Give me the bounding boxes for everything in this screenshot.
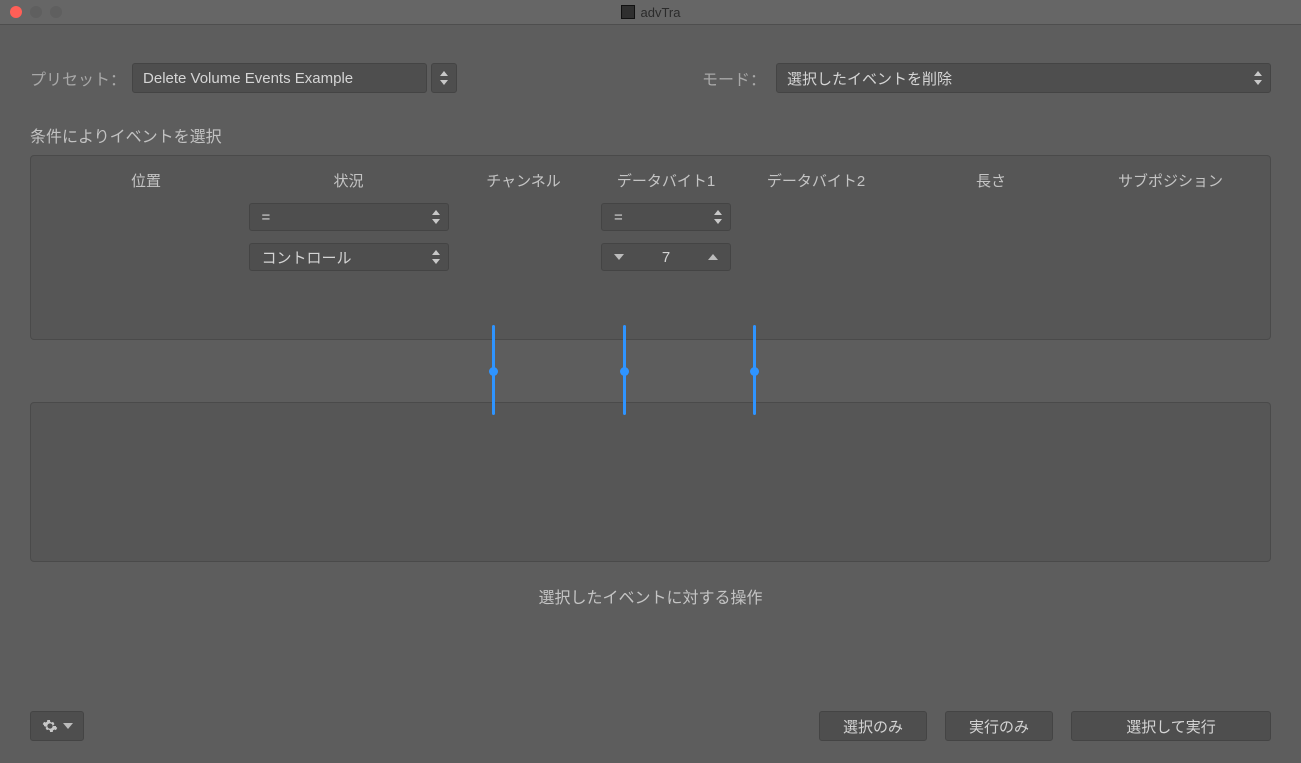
slider-knob[interactable]	[750, 367, 759, 376]
slider-knob[interactable]	[489, 367, 498, 376]
chevron-down-icon	[63, 723, 73, 729]
chevron-down-icon	[614, 254, 624, 260]
column-header-length: 長さ	[891, 170, 1091, 191]
data1-operator-value: =	[614, 209, 730, 226]
window-title-text: advTra	[641, 5, 681, 20]
app-icon	[621, 5, 635, 19]
preset-label: プリセット：	[30, 66, 126, 90]
column-header-subposition: サブポジション	[1091, 170, 1250, 191]
gear-icon	[42, 718, 58, 734]
status-operator-value: =	[262, 209, 448, 226]
preset-value: Delete Volume Events Example	[143, 70, 353, 87]
status-operator-select[interactable]: =	[249, 203, 449, 231]
data1-operator-select[interactable]: =	[601, 203, 731, 231]
slider-knob[interactable]	[620, 367, 629, 376]
conditions-panel: 位置 状況 チャンネル データバイト1 データバイト2 長さ サブポジション =…	[30, 155, 1271, 340]
column-header-status: 状況	[241, 170, 456, 191]
updown-icon	[440, 71, 448, 85]
updown-icon	[714, 210, 722, 224]
data1-value-stepper[interactable]: 7	[601, 243, 731, 271]
mode-label: モード：	[702, 66, 766, 90]
window-title: advTra	[621, 5, 681, 20]
window-minimize-button[interactable]	[30, 6, 42, 18]
stepper-increment[interactable]	[696, 244, 730, 270]
updown-icon	[432, 250, 440, 264]
slider-channel[interactable]	[492, 325, 495, 415]
status-type-value: コントロール	[262, 247, 448, 268]
updown-icon	[1254, 71, 1262, 85]
titlebar: advTra	[0, 0, 1301, 25]
status-type-select[interactable]: コントロール	[249, 243, 449, 271]
conditions-section-label: 条件によりイベントを選択	[30, 123, 1271, 147]
data1-value: 7	[636, 249, 696, 266]
preset-dropdown[interactable]: Delete Volume Events Example	[132, 63, 427, 93]
mode-dropdown[interactable]: 選択したイベントを削除	[776, 63, 1271, 93]
chevron-up-icon	[708, 254, 718, 260]
updown-icon	[432, 210, 440, 224]
operations-section-label: 選択したイベントに対する操作	[30, 584, 1271, 608]
preset-menu-button[interactable]	[431, 63, 457, 93]
column-header-data2: データバイト2	[741, 170, 891, 191]
select-only-button[interactable]: 選択のみ	[819, 711, 927, 741]
slider-data2[interactable]	[753, 325, 756, 415]
column-header-data1: データバイト1	[591, 170, 741, 191]
operations-panel	[30, 402, 1271, 562]
mode-value: 選択したイベントを削除	[787, 68, 952, 89]
select-execute-button[interactable]: 選択して実行	[1071, 711, 1271, 741]
column-header-position: 位置	[51, 170, 241, 191]
settings-menu-button[interactable]	[30, 711, 84, 741]
execute-only-button[interactable]: 実行のみ	[945, 711, 1053, 741]
window-close-button[interactable]	[10, 6, 22, 18]
column-header-channel: チャンネル	[456, 170, 591, 191]
window-maximize-button[interactable]	[50, 6, 62, 18]
slider-data1[interactable]	[623, 325, 626, 415]
stepper-decrement[interactable]	[602, 244, 636, 270]
